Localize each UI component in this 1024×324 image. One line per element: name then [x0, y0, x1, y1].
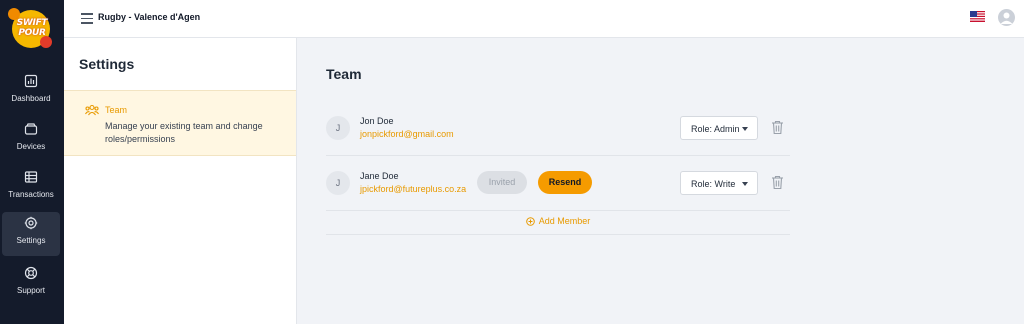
- transactions-icon: [24, 171, 38, 183]
- chevron-down-icon: [742, 182, 748, 186]
- trash-icon[interactable]: [771, 120, 784, 135]
- chevron-down-icon: [742, 127, 748, 131]
- member-name: Jon Doe: [360, 116, 394, 126]
- settings-panel: Settings Team Manage your existing team …: [64, 38, 297, 324]
- settings-item-description: Manage your existing team and change rol…: [105, 121, 263, 144]
- add-member-label: Add Member: [538, 216, 591, 226]
- role-select[interactable]: Role: Admin: [680, 116, 758, 140]
- settings-item-team[interactable]: Team Manage your existing team and chang…: [64, 90, 296, 156]
- avatar: J: [326, 116, 350, 140]
- role-select[interactable]: Role: Write: [680, 171, 758, 195]
- resend-button[interactable]: Resend: [538, 171, 592, 194]
- trash-icon[interactable]: [771, 175, 784, 190]
- member-name: Jane Doe: [360, 171, 399, 181]
- sidebar-item-label: Dashboard: [11, 94, 51, 103]
- sidebar-item-support[interactable]: Support: [2, 262, 60, 306]
- plus-circle-icon: [525, 217, 535, 226]
- settings-item-label: Team: [105, 105, 128, 115]
- settings-title: Settings: [79, 56, 135, 72]
- sidebar-item-dashboard[interactable]: Dashboard: [2, 70, 60, 114]
- avatar: J: [326, 171, 350, 195]
- sidebar-item-label: Settings: [16, 236, 46, 245]
- role-select-value: Role: Admin: [691, 124, 740, 134]
- page-title: Team: [326, 66, 362, 82]
- invited-status-badge: Invited: [477, 171, 527, 194]
- logo-text-top: SWIFT: [16, 18, 48, 28]
- user-avatar-icon[interactable]: [998, 9, 1015, 26]
- logo-text-bottom: POUR: [18, 28, 46, 38]
- chart-icon: [24, 74, 38, 88]
- sidebar-item-settings[interactable]: Settings: [2, 212, 60, 256]
- add-member-button[interactable]: Add Member: [525, 216, 591, 226]
- sidebar-item-devices[interactable]: Devices: [2, 118, 60, 162]
- sidebar-item-label: Support: [16, 286, 46, 295]
- sidebar-item-label: Transactions: [8, 190, 54, 199]
- sidebar: SWIFT POUR Dashboard Devices Transaction…: [0, 0, 64, 324]
- team-member-row: J Jane Doe jpickford@futureplus.co.za In…: [326, 156, 790, 211]
- top-header: Rugby - Valence d'Agen: [64, 0, 1024, 38]
- member-email[interactable]: jpickford@futureplus.co.za: [360, 184, 466, 194]
- team-member-row: J Jon Doe jonpickford@gmail.com Role: Ad…: [326, 101, 790, 156]
- sidebar-item-label: Devices: [16, 142, 46, 151]
- team-icon: [85, 104, 99, 116]
- sidebar-item-transactions[interactable]: Transactions: [2, 166, 60, 210]
- lifebuoy-icon: [24, 266, 38, 280]
- venue-title: Rugby - Valence d'Agen: [98, 12, 201, 22]
- add-member-row: Add Member: [326, 211, 790, 235]
- member-email[interactable]: jonpickford@gmail.com: [360, 129, 454, 139]
- swift-pour-logo[interactable]: SWIFT POUR: [8, 6, 54, 52]
- role-select-value: Role: Write: [691, 179, 736, 189]
- us-flag-icon[interactable]: [970, 11, 985, 22]
- gear-icon: [24, 216, 38, 230]
- devices-icon: [24, 123, 38, 135]
- hamburger-menu-icon[interactable]: [81, 13, 93, 24]
